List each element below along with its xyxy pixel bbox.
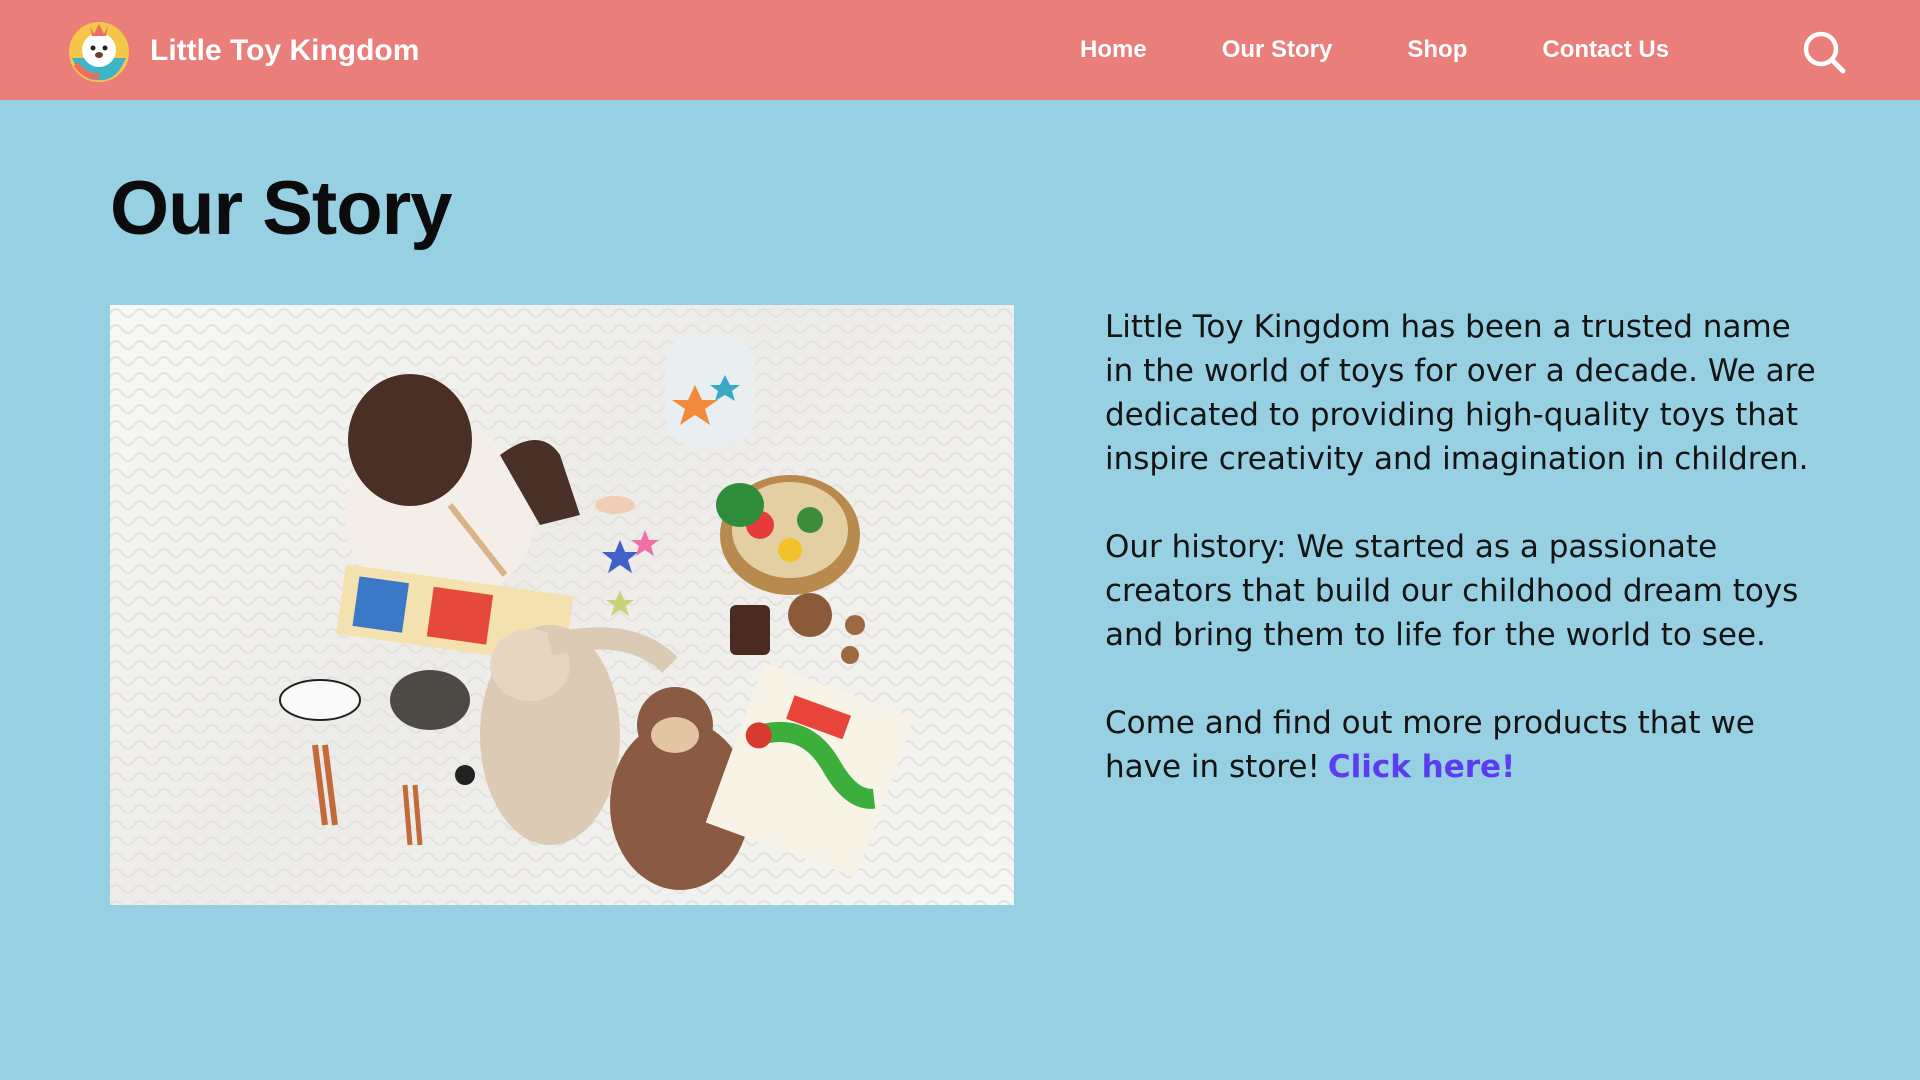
lion-mascot-icon	[69, 22, 129, 82]
click-here-link[interactable]: Click here!	[1328, 749, 1515, 785]
brand-name: Little Toy Kingdom	[150, 34, 420, 67]
nav-home[interactable]: Home	[1080, 36, 1147, 64]
nav-contact-us[interactable]: Contact Us	[1542, 36, 1669, 64]
story-paragraph-history: Our history: We started as a passionate …	[1105, 529, 1799, 653]
brand-home-link[interactable]: Little Toy Kingdom	[66, 18, 419, 84]
nav-our-story[interactable]: Our Story	[1222, 36, 1333, 64]
toys-photo-illustration	[110, 305, 1014, 905]
hero-photo	[110, 305, 1014, 905]
main-nav: Home Our Story Shop Contact Us	[1080, 0, 1744, 100]
story-paragraph-cta: Come and find out more products that we …	[1105, 701, 1825, 789]
story-paragraph-intro: Little Toy Kingdom has been a trusted na…	[1105, 309, 1816, 477]
page-title: Our Story	[110, 166, 452, 251]
search-button[interactable]	[1800, 28, 1848, 76]
nav-shop[interactable]: Shop	[1407, 36, 1467, 64]
story-text: Little Toy Kingdom has been a trusted na…	[1105, 305, 1825, 833]
top-navbar: Little Toy Kingdom Home Our Story Shop C…	[0, 0, 1920, 100]
search-icon	[1803, 31, 1846, 74]
